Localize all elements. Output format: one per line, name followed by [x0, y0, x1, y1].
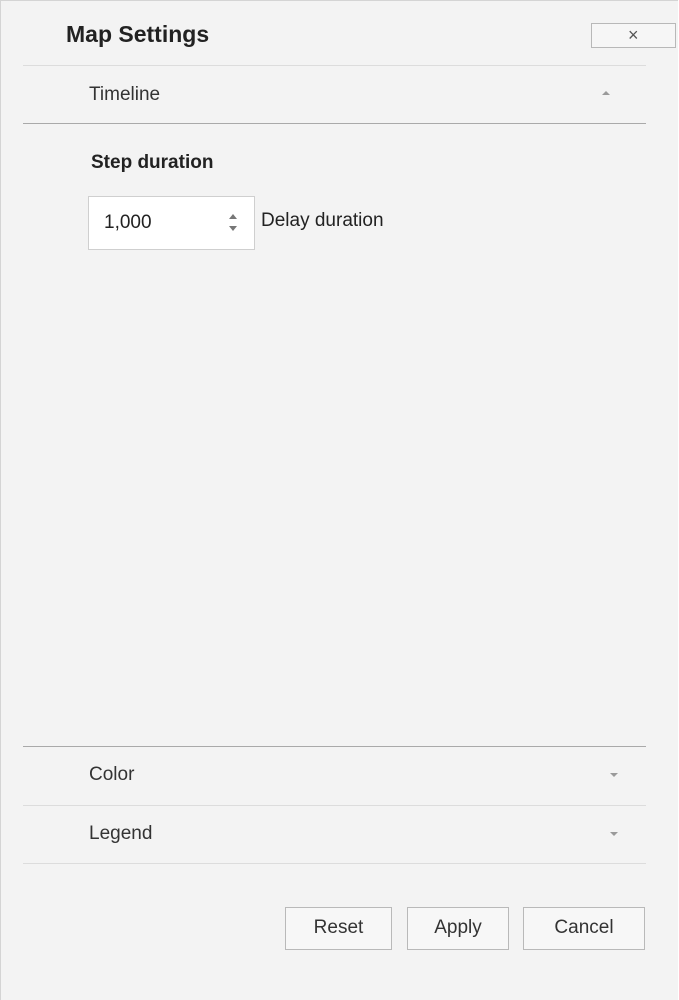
section-label-legend: Legend [89, 823, 153, 844]
dialog-title: Map Settings [66, 21, 210, 47]
color-divider [23, 805, 646, 806]
decrement-icon[interactable] [229, 226, 237, 231]
step-duration-stepper[interactable]: 1,000 [88, 196, 255, 250]
map-settings-dialog: Map Settings × Timeline Step duration 1,… [0, 0, 678, 1000]
chevron-down-icon [610, 773, 618, 777]
reset-button[interactable]: Reset [285, 907, 392, 950]
step-duration-value[interactable]: 1,000 [104, 211, 152, 235]
timeline-header-divider [23, 123, 646, 124]
timeline-bottom-divider [23, 746, 646, 747]
close-icon: × [628, 25, 639, 45]
legend-divider [23, 863, 646, 864]
spinner-arrows-icon[interactable] [227, 209, 239, 237]
chevron-up-icon [602, 91, 610, 95]
chevron-down-icon [610, 832, 618, 836]
step-duration-label: Step duration [91, 152, 214, 173]
delay-duration-label: Delay duration [261, 210, 384, 231]
section-label-color: Color [89, 764, 135, 785]
increment-icon[interactable] [229, 214, 237, 219]
header-divider [23, 65, 646, 66]
close-button[interactable]: × [591, 23, 676, 48]
cancel-button[interactable]: Cancel [523, 907, 645, 950]
apply-button[interactable]: Apply [407, 907, 509, 950]
section-label-timeline: Timeline [89, 84, 161, 105]
